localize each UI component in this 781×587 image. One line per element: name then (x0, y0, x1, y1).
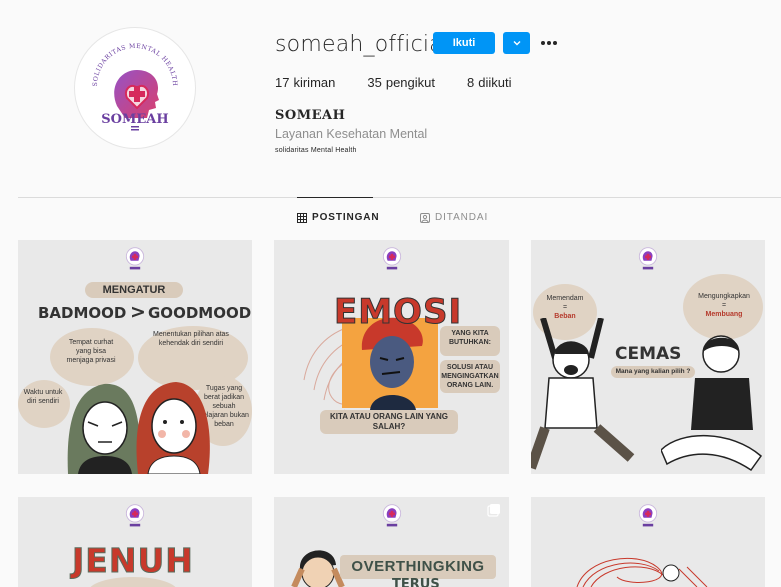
post-note: Menentukan pilihan atas kehendak diri se… (153, 331, 229, 347)
post-subtitle: TERUS (392, 577, 440, 587)
profile-username: someah_official (275, 32, 450, 57)
post-logo-icon (382, 504, 401, 527)
post-logo-icon (638, 247, 658, 270)
someah-logo: SOLIDARITAS MENTAL HEALTH SOMEAH (76, 29, 194, 147)
post-title-sep: > (130, 301, 146, 323)
post-logo-icon (382, 247, 401, 270)
suggestions-dropdown-button[interactable] (503, 32, 530, 54)
post-logo-icon (125, 504, 145, 527)
post-right-note: Mengungkapkan = Membuang (698, 293, 750, 318)
scribble-illustration (576, 557, 708, 587)
profile-avatar[interactable]: SOLIDARITAS MENTAL HEALTH SOMEAH (74, 27, 196, 149)
chevron-down-icon (513, 41, 520, 46)
post-tile-scribble[interactable] (531, 497, 765, 587)
tab-posts-label: POSTINGAN (312, 212, 380, 223)
post-title: JENUH (72, 541, 194, 581)
ellipsis-icon (541, 41, 557, 45)
post-tile-overthinking[interactable]: OVERTHINGKING TERUS (274, 497, 509, 587)
follow-button[interactable]: Ikuti (433, 32, 495, 54)
more-options-button[interactable] (538, 33, 560, 53)
tab-posts[interactable]: POSTINGAN (297, 212, 380, 223)
profile-stats: 17 kiriman 35 pengikut 8 diikuti (275, 75, 511, 90)
profile-display-name: SOMEAH (275, 108, 346, 123)
post-title: OVERTHINGKING (340, 555, 496, 579)
multiple-photos-icon (487, 504, 500, 517)
tab-tagged-label: DITANDAI (435, 212, 489, 223)
stat-following[interactable]: 8 diikuti (467, 75, 511, 90)
post-tile-cemas[interactable]: Memendam = Beban Mengungkapkan = Membuang CE… (531, 240, 765, 474)
post-logo-icon (638, 504, 658, 527)
grid-icon (297, 212, 307, 223)
post-tile-jenuh[interactable]: JENUH (18, 497, 252, 587)
stat-posts: 17 kiriman (275, 75, 336, 90)
characters-illustration (67, 382, 210, 474)
post-left-note: Memendam = Beban (546, 295, 584, 320)
post-logo-icon (125, 247, 145, 270)
tab-tagged[interactable]: DITANDAI (420, 212, 488, 223)
post-heading: MENGATUR (85, 282, 183, 298)
post-tile-badmood[interactable]: MENGATUR BADMOOD > GOODMOOD Tempat curha… (18, 240, 252, 474)
screaming-man-illustration (531, 318, 635, 470)
post-tile-emosi[interactable]: EMOSI YANG KITA BUTUHKAN: SOLUSI ATAU ME… (274, 240, 509, 474)
post-title-right: GOODMOOD (148, 304, 252, 322)
profile-category: Layanan Kesehatan Mental (275, 127, 428, 141)
post-title-left: BADMOOD (38, 304, 127, 322)
tag-icon (420, 212, 430, 223)
post-bottom-text: KITA ATAU ORANG LAIN YANG SALAH? (320, 410, 458, 434)
stat-followers[interactable]: 35 pengikut (367, 75, 435, 90)
profile-bio: solidaritas Mental Health (275, 147, 357, 154)
logo-word: SOMEAH (101, 112, 168, 127)
sitting-woman-illustration (661, 335, 763, 472)
tabs-divider (18, 197, 781, 198)
active-tab-indicator (297, 197, 373, 198)
post-side-heading: YANG KITA BUTUHKAN: (440, 326, 500, 356)
post-side-text: SOLUSI ATAU MENGINGATKAN ORANG LAIN. (440, 360, 500, 393)
